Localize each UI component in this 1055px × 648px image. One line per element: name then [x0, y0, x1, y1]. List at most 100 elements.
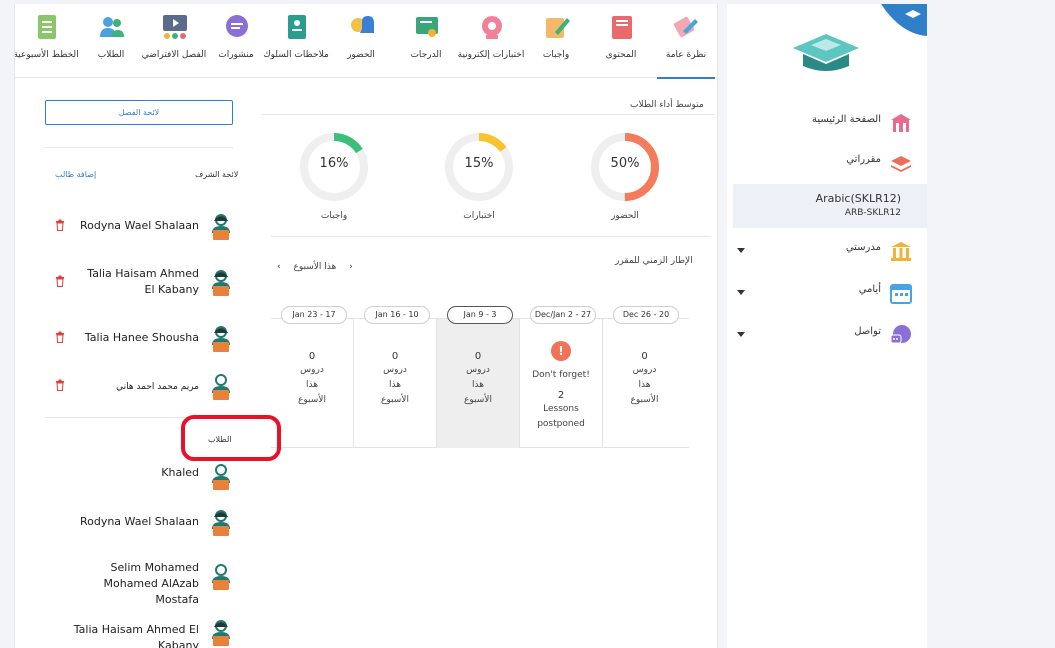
week-column[interactable]: ! Don't forget! 2 Lessons postponed	[520, 319, 603, 448]
donut-label: اختبارات	[463, 211, 495, 221]
week-text: الأسبوع	[464, 395, 492, 405]
week-navigation: ‹ هذا الأسبوع ›	[277, 262, 363, 272]
week-range-pill[interactable]: Jan 16 - 10	[364, 306, 430, 324]
week-range-pill-current[interactable]: Jan 9 - 3	[447, 306, 513, 324]
tab-weekly-plans[interactable]: الخطط الأسبوعية	[15, 4, 79, 78]
sidebar-item-my-days[interactable]: أيامي	[727, 274, 927, 314]
sidebar-item-label: مدرستي	[845, 242, 881, 253]
sidebar-item-my-courses[interactable]: مقرراتي	[727, 144, 927, 184]
week-text: postponed	[537, 419, 585, 429]
tab-label: الخطط الأسبوعية	[14, 50, 79, 60]
student-avatar-icon	[212, 214, 230, 240]
graduation-cap-logo-icon	[793, 34, 859, 71]
week-column[interactable]: 0 دروس هذا الأسبوع	[271, 319, 354, 448]
lesson-count: 0	[308, 351, 316, 362]
e-exam-icon	[482, 16, 502, 39]
tab-behavior-notes[interactable]: ملاحظات السلوك	[263, 4, 329, 78]
student-name: مريم محمد احمد هاني	[116, 382, 199, 392]
tab-e-exams[interactable]: اختبارات إلكترونية	[458, 4, 524, 78]
chevron-down-icon[interactable]	[737, 248, 745, 253]
student-item[interactable]: Khaled	[55, 460, 233, 494]
divider	[45, 147, 233, 148]
donut-exams: 15% اختبارات	[443, 131, 515, 221]
student-item[interactable]: Talia Haisam Ahmed El Kabany	[55, 616, 233, 648]
tab-overview[interactable]: نظرة عامة	[655, 4, 717, 79]
donut-homework: 16% واجبات	[298, 131, 370, 221]
student-avatar-icon	[212, 564, 230, 590]
student-name: Talia Hanee Shousha	[84, 331, 199, 344]
honor-list-item: Rodyna Wael Shalaan	[55, 210, 233, 244]
sidebar-item-label: تواصل	[854, 326, 881, 337]
prev-week-icon[interactable]: ‹	[277, 262, 281, 272]
tab-attendance[interactable]: الحضور	[330, 4, 392, 78]
honor-list-item: Talia Hanee Shousha	[55, 322, 233, 356]
tab-content[interactable]: المحتوى	[590, 4, 652, 78]
communicate-chat-icon	[890, 325, 911, 344]
next-week-icon[interactable]: ›	[349, 262, 353, 272]
week-text: الأسبوع	[630, 395, 659, 405]
this-week-label[interactable]: هذا الأسبوع	[293, 262, 336, 272]
school-building-icon	[891, 242, 911, 261]
week-text: دروس	[300, 365, 324, 375]
add-student-link[interactable]: إضافة طالب	[55, 170, 96, 179]
week-column-current[interactable]: 0 دروس هذا الأسبوع	[437, 319, 520, 448]
sidebar-item-label: الصفحة الرئيسية	[812, 114, 881, 125]
week-text: دروس	[632, 365, 657, 375]
student-avatar-icon	[212, 270, 230, 296]
donut-value: 50%	[610, 156, 640, 171]
student-item[interactable]: Selim Mohamed Mohamed AlAzab Mostafa	[55, 560, 233, 606]
donut-label: الحضور	[611, 211, 639, 221]
student-avatar-icon	[212, 464, 230, 490]
week-text: الأسبوع	[381, 395, 409, 405]
sidebar-course-item[interactable]: Arabic(SKLR12) ARB-SKLR12	[733, 184, 927, 228]
tab-homework[interactable]: واجبات	[525, 4, 587, 78]
lesson-count: 0	[641, 351, 648, 362]
timeline-title: الإطار الزمني للمقرر	[615, 256, 693, 266]
week-text: هذا	[306, 380, 318, 390]
homework-pencil-icon	[546, 18, 570, 38]
class-list-button[interactable]: لائحة الفصل	[45, 100, 233, 125]
sidebar-item-communicate[interactable]: تواصل	[727, 316, 927, 356]
tab-students[interactable]: الطلاب	[80, 4, 142, 78]
sidebar-item-my-school[interactable]: مدرستي	[727, 232, 927, 272]
highlight-annotation	[181, 415, 281, 461]
divider	[271, 236, 711, 237]
divider	[261, 114, 715, 115]
week-column[interactable]: 0 دروس هذا الأسبوع	[354, 319, 437, 448]
sidebar-item-label: مقرراتي	[846, 154, 881, 165]
donut-label: واجبات	[320, 211, 348, 221]
chevron-down-icon[interactable]	[737, 290, 745, 295]
week-range-pill[interactable]: Jan 23 - 17	[281, 306, 347, 324]
performance-title: متوسط أداء الطلاب	[630, 100, 704, 110]
tab-posts[interactable]: منشورات	[205, 4, 267, 78]
student-avatar-icon	[212, 374, 230, 400]
tab-virtual-class[interactable]: الفصل الافتراضي	[142, 4, 206, 78]
trash-icon[interactable]	[55, 275, 65, 287]
corner-badge-icon[interactable]	[881, 4, 927, 36]
week-text: Lessons	[543, 404, 579, 414]
tab-grades[interactable]: الدرجات	[395, 4, 457, 78]
student-name: Talia Haisam Ahmed El Kabany	[73, 623, 199, 648]
alert-icon: !	[551, 341, 571, 361]
week-column[interactable]: 0 دروس هذا الأسبوع	[603, 319, 686, 448]
chevron-down-icon[interactable]	[737, 332, 745, 337]
calendar-icon	[890, 284, 912, 304]
week-range-pill[interactable]: Dec 26 - 20	[613, 306, 679, 324]
week-grid: 0 دروس هذا الأسبوع 0 دروس هذا الأسبوع 0 …	[271, 318, 689, 448]
content-book-icon	[612, 16, 632, 39]
honor-list-item: Talia Haisam Ahmed El Kabany	[55, 266, 233, 300]
week-text: دروس	[466, 365, 490, 375]
course-title: Arabic(SKLR12)	[815, 192, 901, 205]
course-tabs: نظرة عامة المحتوى واجبات اختبارات إلكترو…	[15, 4, 717, 79]
student-item[interactable]: Rodyna Wael Shalaan	[55, 506, 233, 540]
posts-chat-icon	[226, 15, 248, 37]
lesson-count: 0	[391, 351, 399, 362]
students-icon	[100, 17, 124, 37]
week-range-pill[interactable]: Dec/Jan 2 - 27	[530, 306, 596, 324]
main-panel: نظرة عامة المحتوى واجبات اختبارات إلكترو…	[14, 4, 718, 648]
week-text: هذا	[638, 380, 651, 390]
student-name: Talia Haisam Ahmed El Kabany	[87, 267, 199, 296]
sidebar-item-home[interactable]: الصفحة الرئيسية	[727, 104, 927, 144]
lesson-count: 2	[557, 390, 565, 401]
honor-list-item: مريم محمد احمد هاني	[55, 370, 233, 404]
